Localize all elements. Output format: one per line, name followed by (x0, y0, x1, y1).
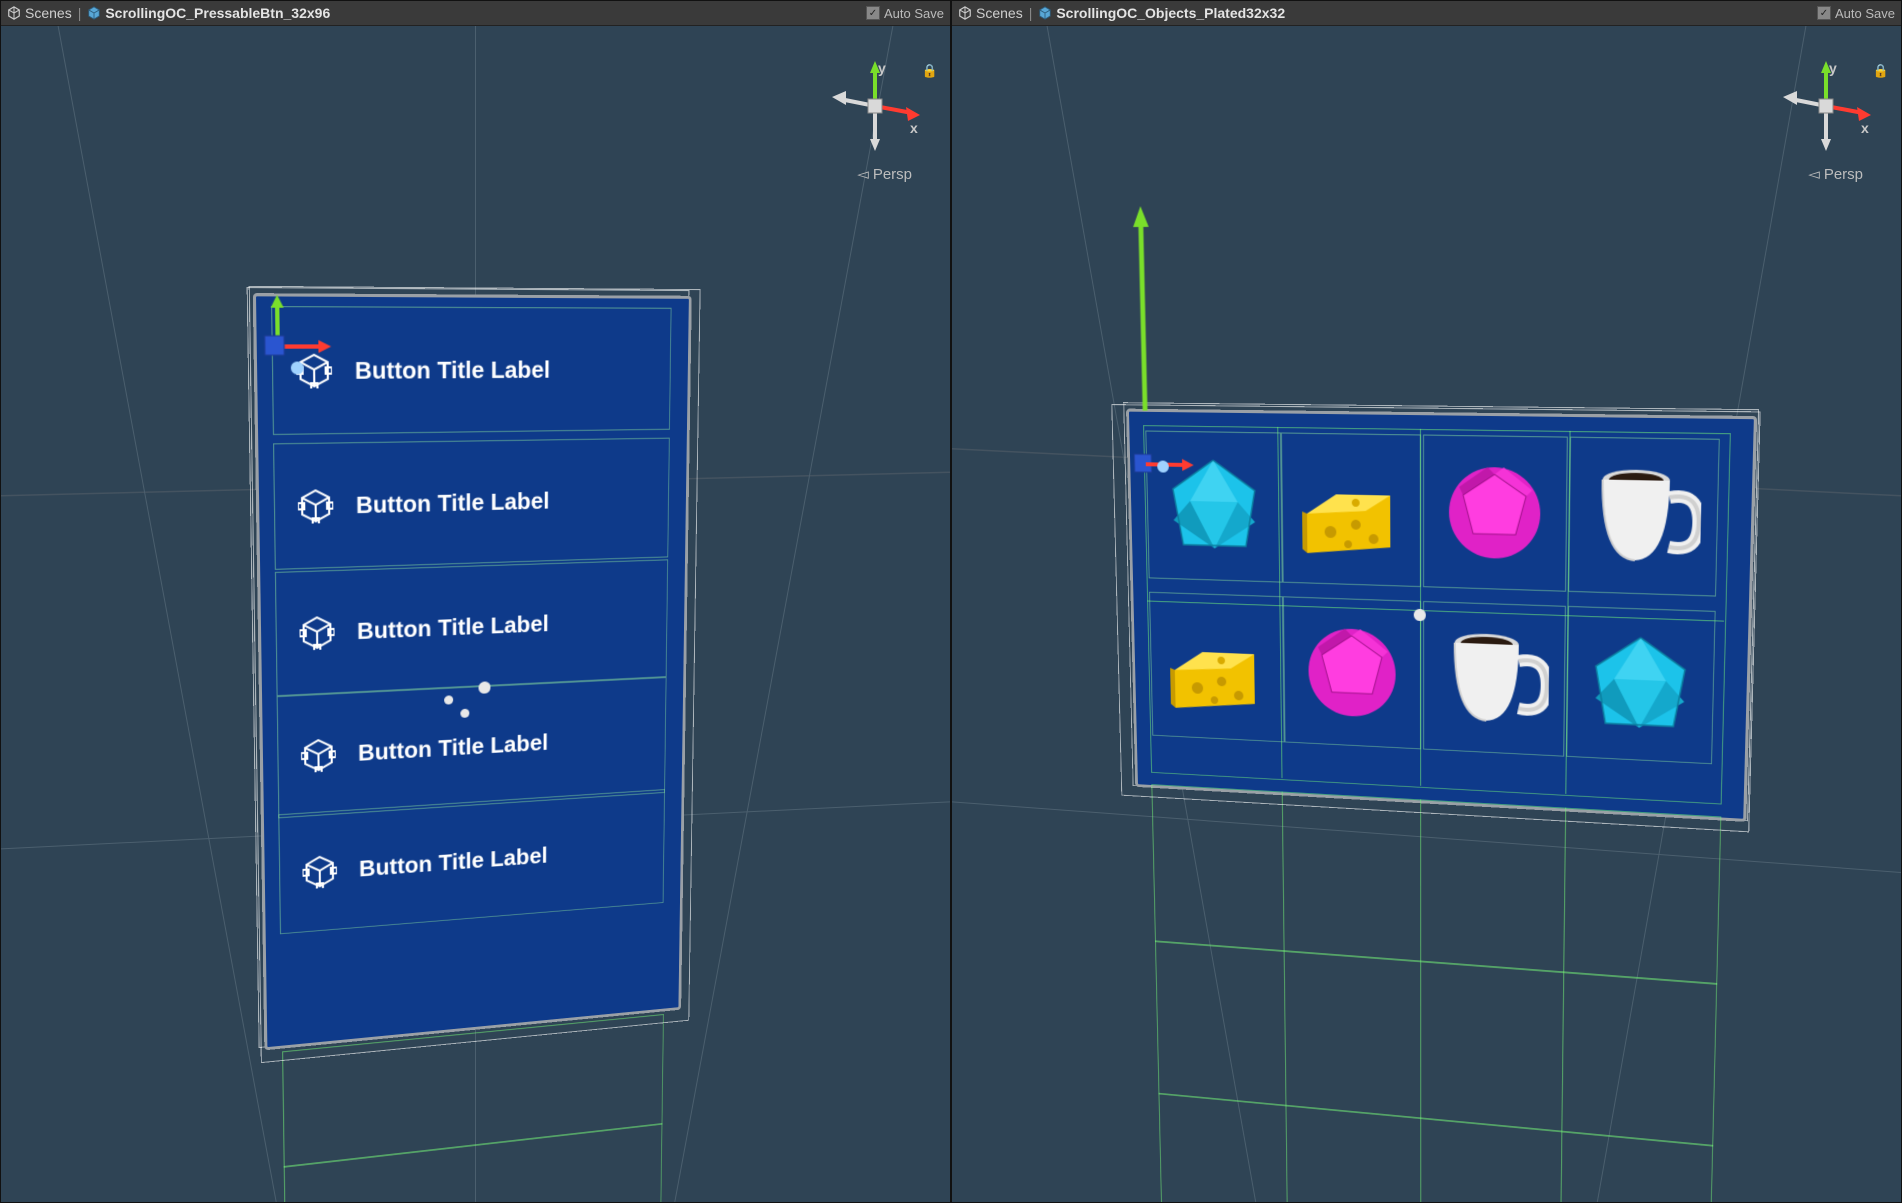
axis-x-label: x (910, 120, 918, 136)
auto-save-label: Auto Save (1835, 6, 1895, 21)
lock-icon[interactable]: 🔒 (922, 63, 938, 79)
prefab-icon (1038, 6, 1052, 20)
projection-label: Persp (873, 166, 912, 183)
toolbar: Scenes | ScrollingOC_Objects_Plated32x32… (952, 1, 1901, 26)
checkbox-icon: ✓ (1817, 6, 1831, 20)
breadcrumb-separator: | (78, 5, 82, 21)
breadcrumb-scenes-label: Scenes (25, 5, 72, 21)
auto-save-toggle[interactable]: ✓ Auto Save (1817, 6, 1895, 21)
checkbox-icon: ✓ (866, 6, 880, 20)
scene-viewport[interactable]: y x 🔒 ◅ Persp Button Title (1, 25, 950, 1202)
breadcrumb-separator: | (1029, 5, 1033, 21)
axis-y-icon (1120, 206, 1164, 431)
pivot-dot (460, 708, 469, 718)
pivot-dot (444, 695, 453, 705)
scene-view-left[interactable]: Scenes | ScrollingOC_PressableBtn_32x96 … (0, 0, 951, 1203)
transform-gizmo[interactable] (255, 290, 320, 355)
breadcrumb-asset[interactable]: ScrollingOC_PressableBtn_32x96 (87, 5, 330, 21)
scene-view-right[interactable]: Scenes | ScrollingOC_Objects_Plated32x32… (951, 0, 1902, 1203)
auto-save-label: Auto Save (884, 6, 944, 21)
lock-icon[interactable]: 🔒 (1873, 63, 1889, 79)
breadcrumb-scenes-label: Scenes (976, 5, 1023, 21)
chevron-left-icon: ◅ (1808, 165, 1820, 183)
prefab-icon (87, 6, 101, 20)
unity-icon (958, 6, 972, 20)
scene-viewport[interactable]: yx 🔒 ◅ Persp (952, 25, 1901, 1202)
orientation-gizmo[interactable]: y x (830, 61, 920, 151)
asset-name: ScrollingOC_PressableBtn_32x96 (105, 5, 330, 21)
orientation-gizmo[interactable]: yx (1781, 61, 1871, 151)
toolbar: Scenes | ScrollingOC_PressableBtn_32x96 … (1, 1, 950, 26)
breadcrumb-scenes[interactable]: Scenes (7, 5, 72, 21)
cheese-icon (1164, 608, 1269, 727)
breadcrumb-scenes[interactable]: Scenes (958, 5, 1023, 21)
projection-toggle[interactable]: ◅ Persp (1808, 165, 1863, 183)
svg-text:x: x (1861, 120, 1869, 136)
chevron-left-icon: ◅ (857, 165, 869, 183)
axis-y-label: y (878, 61, 886, 76)
auto-save-toggle[interactable]: ✓ Auto Save (866, 6, 944, 21)
projection-label: Persp (1824, 166, 1863, 183)
unity-icon (7, 6, 21, 20)
svg-text:y: y (1829, 61, 1837, 76)
asset-name: ScrollingOC_Objects_Plated32x32 (1056, 5, 1285, 21)
breadcrumb-asset[interactable]: ScrollingOC_Objects_Plated32x32 (1038, 5, 1285, 21)
projection-toggle[interactable]: ◅ Persp (857, 165, 912, 183)
object-tile-cheese[interactable] (1149, 592, 1285, 743)
pivot-dot (478, 681, 490, 694)
